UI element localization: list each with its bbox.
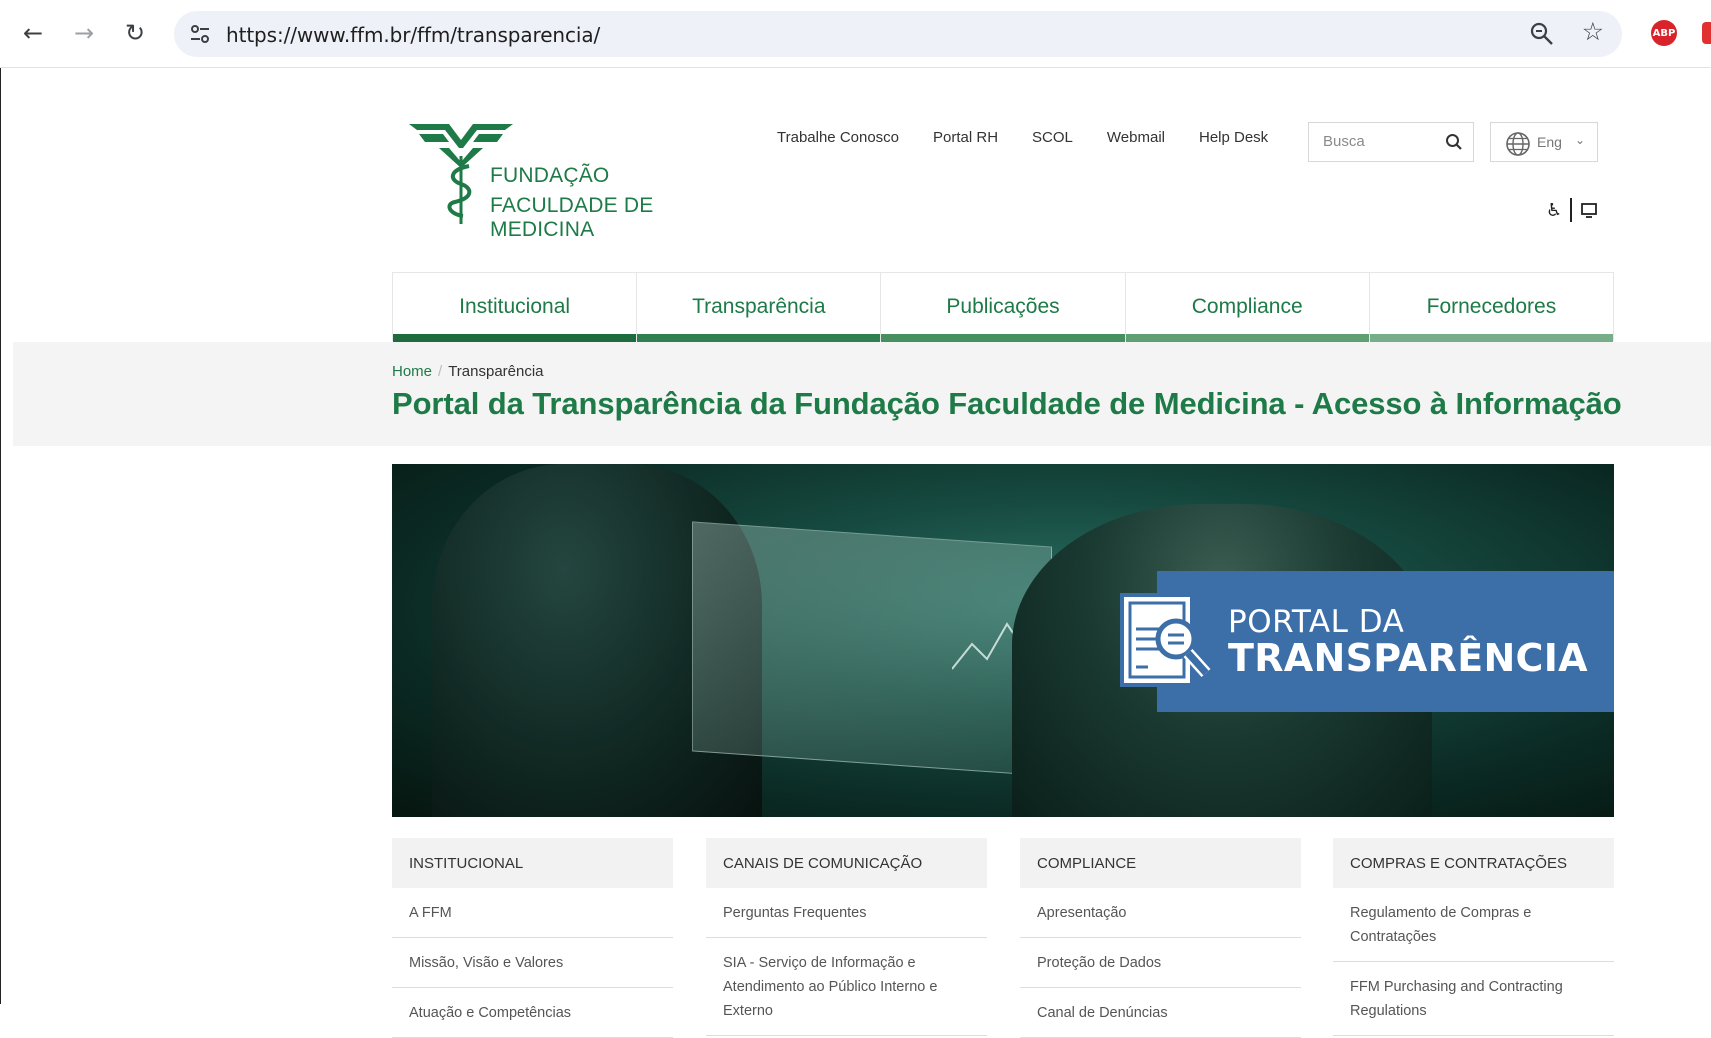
column-compliance: COMPLIANCE Apresentação Proteção de Dado… bbox=[1020, 838, 1301, 1038]
search-input[interactable] bbox=[1323, 133, 1433, 150]
list-item[interactable]: Canal de Denúncias bbox=[1020, 988, 1301, 1038]
chevron-down-icon: ⌄ bbox=[1574, 133, 1585, 147]
nav-compliance[interactable]: Compliance bbox=[1125, 273, 1370, 342]
list-item[interactable]: Perguntas Frequentes bbox=[706, 888, 987, 938]
divider bbox=[1570, 198, 1573, 222]
banner-title-line1: PORTAL DA bbox=[1228, 604, 1405, 640]
search-icon[interactable] bbox=[1445, 133, 1463, 151]
breadcrumb-home[interactable]: Home bbox=[392, 363, 432, 380]
link-scol[interactable]: SCOL bbox=[1032, 129, 1073, 146]
list-item[interactable]: Proteção de Dados bbox=[1020, 938, 1301, 988]
zoom-icon[interactable] bbox=[1528, 20, 1556, 48]
monitor-icon[interactable] bbox=[1580, 201, 1598, 219]
column-heading: CANAIS DE COMUNICAÇÃO bbox=[706, 838, 987, 888]
list-item[interactable]: Missão, Visão e Valores bbox=[392, 938, 673, 988]
logo-text-line1: FUNDAÇÃO bbox=[490, 164, 610, 187]
nav-publicacoes[interactable]: Publicações bbox=[881, 273, 1126, 342]
language-label: Eng bbox=[1537, 134, 1562, 150]
list-item[interactable]: A FFM bbox=[392, 888, 673, 938]
hero-banner[interactable]: PORTAL DA TRANSPARÊNCIA bbox=[392, 464, 1614, 817]
browser-toolbar: ← → ↻ https://www.ffm.br/ffm/transparenc… bbox=[0, 0, 1711, 68]
globe-icon bbox=[1506, 132, 1530, 156]
ffm-logo[interactable]: FUNDAÇÃO FACULDADE DE MEDICINA bbox=[405, 118, 745, 241]
column-heading: COMPLIANCE bbox=[1020, 838, 1301, 888]
utility-links: Trabalhe Conosco Portal RH SCOL Webmail … bbox=[777, 129, 1268, 146]
list-item[interactable]: Atuação e Competências bbox=[392, 988, 673, 1038]
search-box bbox=[1308, 122, 1474, 162]
language-selector[interactable]: Eng ⌄ bbox=[1490, 122, 1598, 162]
logo-text-line2: FACULDADE DE MEDICINA bbox=[490, 194, 654, 241]
list-item[interactable]: SIA - Serviço de Informação e Atendiment… bbox=[706, 938, 987, 1036]
extension-icon[interactable] bbox=[1702, 22, 1711, 44]
back-arrow-icon[interactable]: ← bbox=[16, 16, 50, 50]
accessibility-tools: ♿ bbox=[1546, 198, 1598, 222]
breadcrumb-separator: / bbox=[438, 363, 443, 380]
wheelchair-icon[interactable]: ♿ bbox=[1546, 200, 1562, 221]
breadcrumb-current: Transparência bbox=[448, 363, 544, 380]
nav-transparencia[interactable]: Transparência bbox=[637, 273, 882, 342]
link-portal-rh[interactable]: Portal RH bbox=[933, 129, 998, 146]
banner-title-line2: TRANSPARÊNCIA bbox=[1228, 636, 1588, 680]
column-heading: COMPRAS E CONTRATAÇÕES bbox=[1333, 838, 1614, 888]
page-title: Portal da Transparência da Fundação Facu… bbox=[392, 386, 1622, 421]
column-compras-e-contratacoes: COMPRAS E CONTRATAÇÕES Regulamento de Co… bbox=[1333, 838, 1614, 1036]
nav-fornecedores[interactable]: Fornecedores bbox=[1369, 273, 1614, 342]
list-item[interactable]: Apresentação bbox=[1020, 888, 1301, 938]
breadcrumb: Home / Transparência bbox=[392, 363, 544, 380]
column-heading: INSTITUCIONAL bbox=[392, 838, 673, 888]
url-text[interactable]: https://www.ffm.br/ffm/transparencia/ bbox=[226, 23, 600, 47]
address-bar[interactable]: https://www.ffm.br/ffm/transparencia/ ☆ bbox=[174, 11, 1622, 57]
list-item[interactable]: FFM Purchasing and Contracting Regulatio… bbox=[1333, 962, 1614, 1036]
reload-icon[interactable]: ↻ bbox=[118, 16, 152, 50]
column-institucional: INSTITUCIONAL A FFM Missão, Visão e Valo… bbox=[392, 838, 673, 1038]
nav-institucional[interactable]: Institucional bbox=[393, 273, 638, 342]
link-trabalhe-conosco[interactable]: Trabalhe Conosco bbox=[777, 129, 899, 146]
forward-arrow-icon[interactable]: → bbox=[67, 16, 101, 50]
link-help-desk[interactable]: Help Desk bbox=[1199, 129, 1268, 146]
main-navigation: Institucional Transparência Publicações … bbox=[392, 272, 1614, 342]
adblock-extension-icon[interactable]: ABP bbox=[1651, 20, 1677, 46]
list-item[interactable]: Regulamento de Compras e Contratações bbox=[1333, 888, 1614, 962]
site-settings-icon[interactable] bbox=[188, 22, 212, 46]
document-search-icon bbox=[1120, 593, 1211, 687]
window-frame bbox=[0, 0, 12, 1004]
column-canais-de-comunicacao: CANAIS DE COMUNICAÇÃO Perguntas Frequent… bbox=[706, 838, 987, 1036]
link-webmail[interactable]: Webmail bbox=[1107, 129, 1165, 146]
bookmark-star-icon[interactable]: ☆ bbox=[1582, 17, 1604, 46]
